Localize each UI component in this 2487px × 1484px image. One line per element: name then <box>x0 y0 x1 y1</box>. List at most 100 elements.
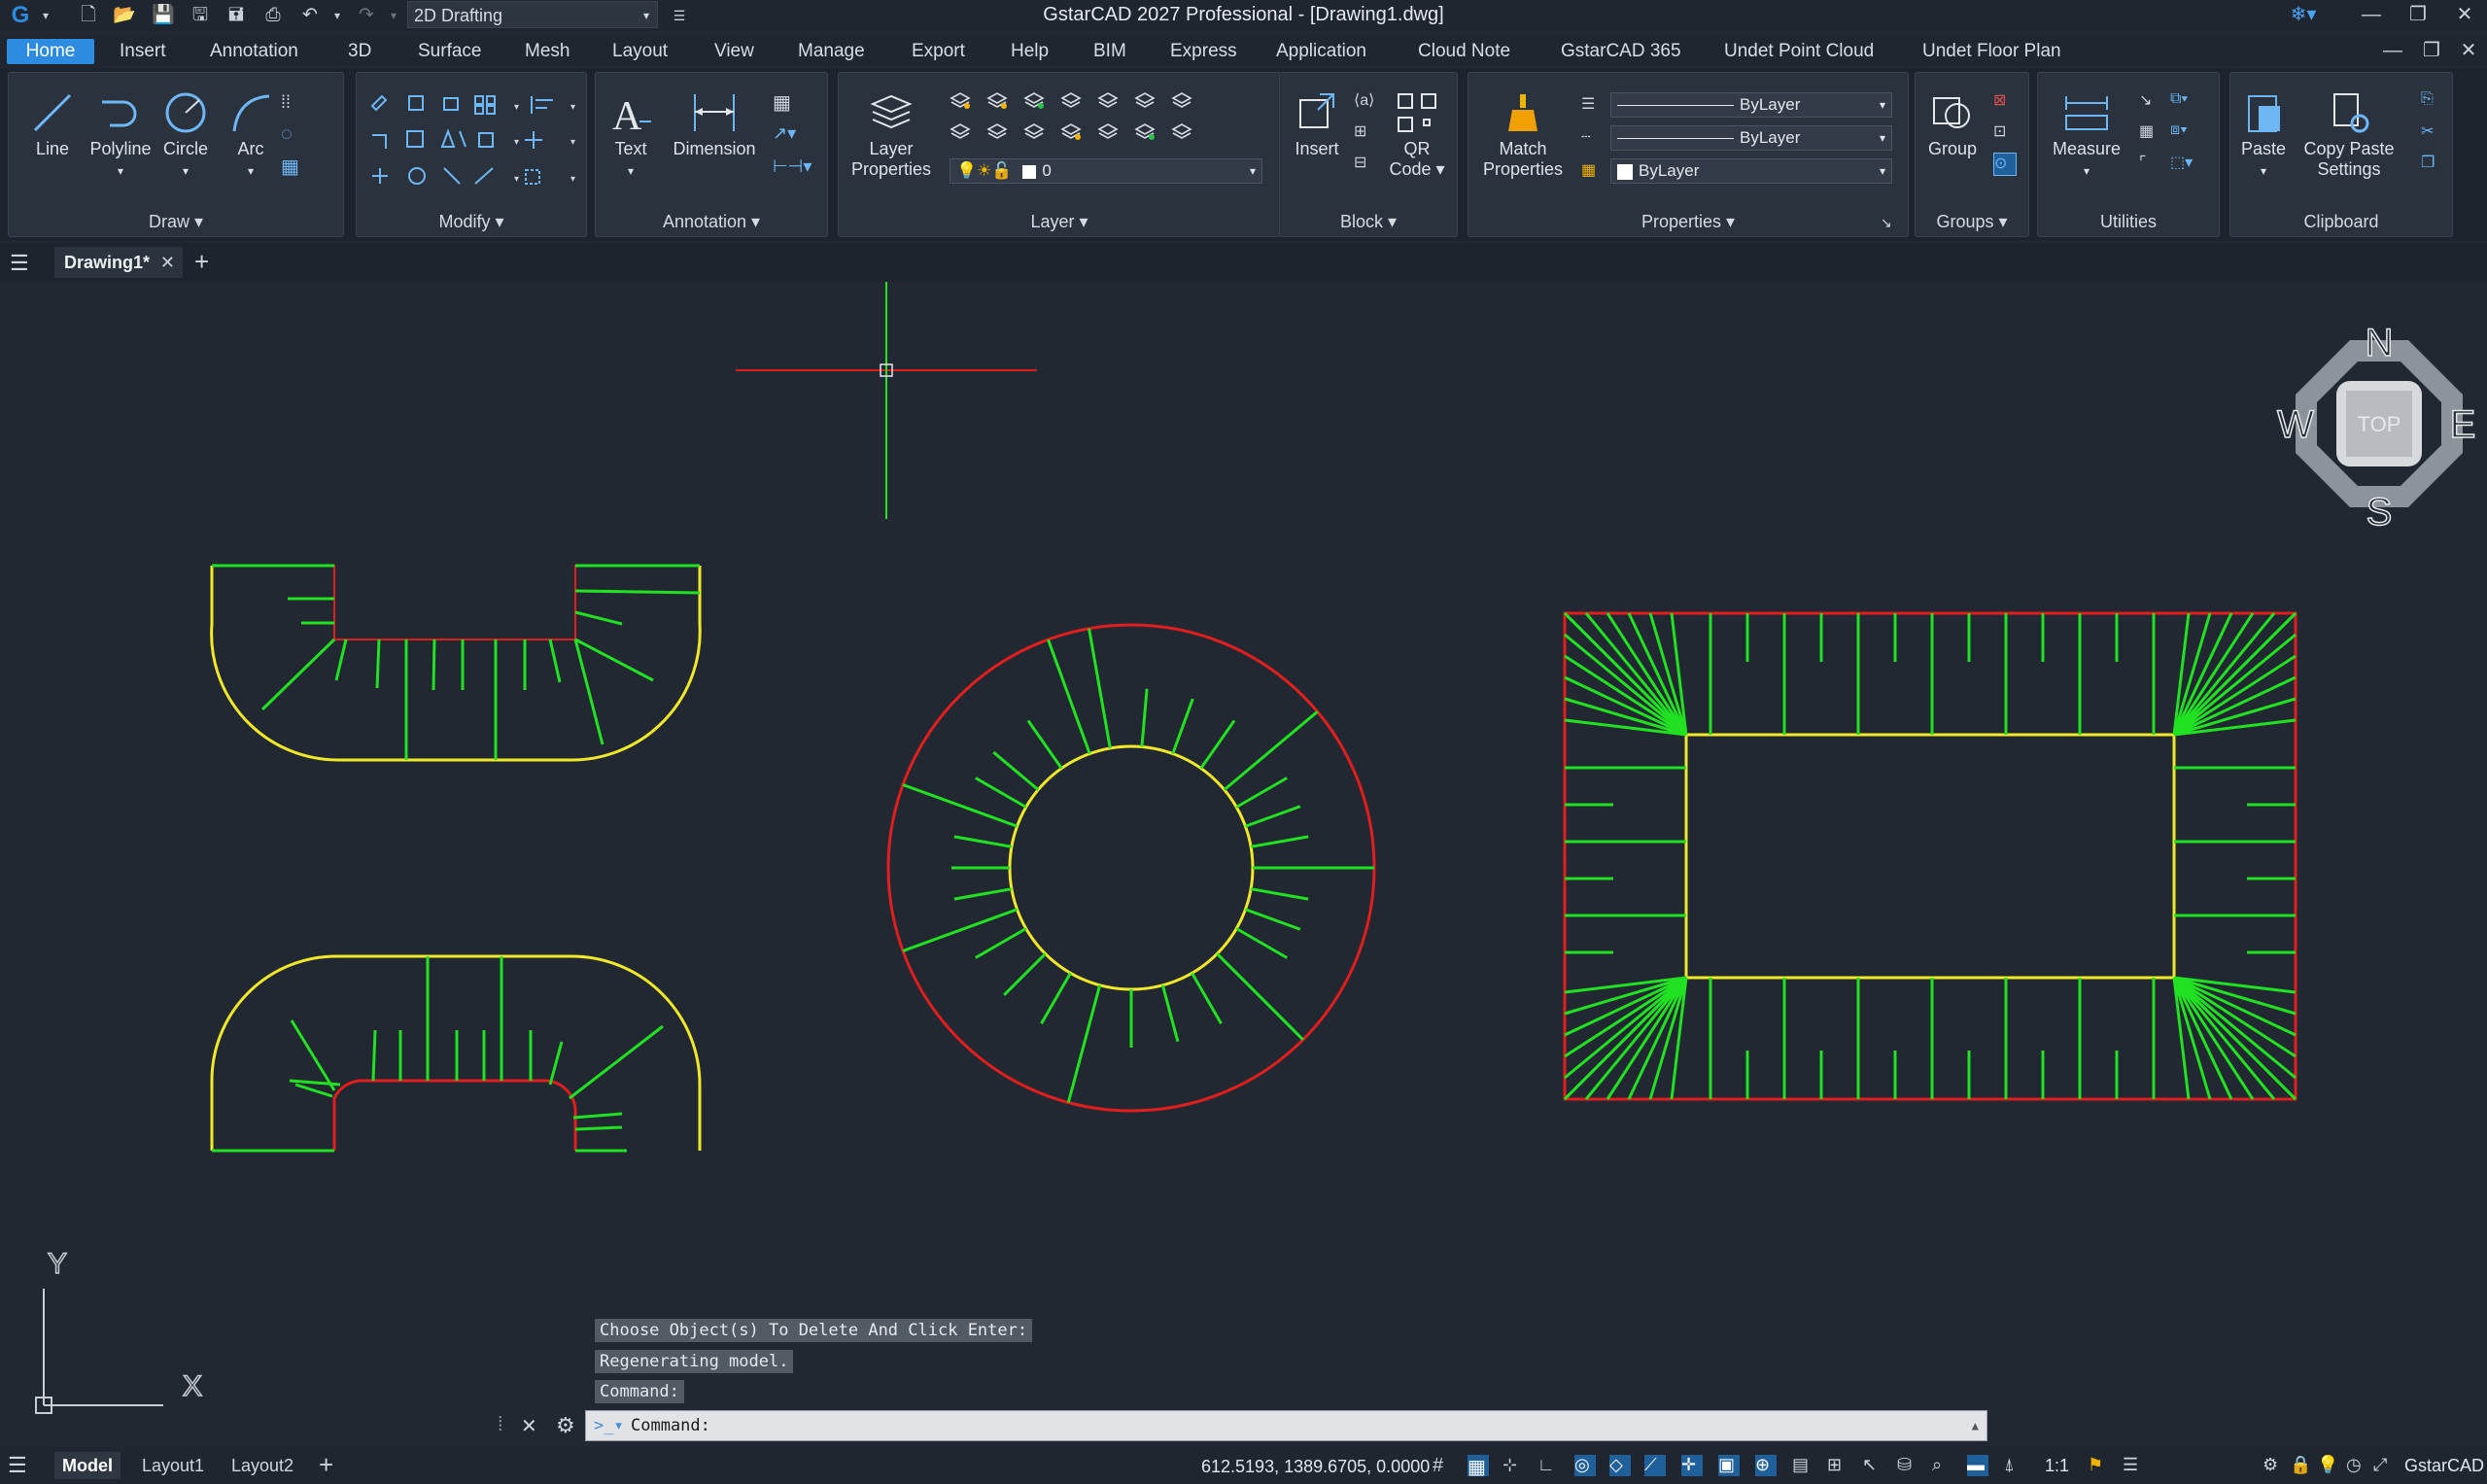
chevron-up-icon[interactable]: ▲ <box>1972 1411 1979 1440</box>
menu-annotation[interactable]: Annotation <box>200 39 308 64</box>
block-attribute-icon[interactable]: ⟨a⟩ <box>1354 90 1375 112</box>
dimension-button[interactable]: Dimension <box>666 90 763 159</box>
tab-model[interactable]: Model <box>54 1452 121 1479</box>
cursor-coordinates[interactable]: 612.5193, 1389.6705, 0.0000 <box>1201 1457 1430 1477</box>
ellipse-icon[interactable]: ◌ <box>281 123 302 145</box>
drawing-shape-rectangle[interactable] <box>1563 611 2297 1101</box>
menu-3d[interactable]: 3D <box>338 39 381 64</box>
restore-window-button[interactable]: ❐ <box>2397 0 2439 29</box>
new-layout-plus-icon[interactable]: + <box>319 1450 333 1480</box>
hatch-icon[interactable]: ▦ <box>281 155 302 178</box>
clean-screen-icon[interactable]: ⤢ <box>2373 1455 2395 1476</box>
table-icon[interactable]: ▦ <box>773 90 794 114</box>
command-close-icon[interactable]: ✕ <box>521 1414 537 1438</box>
cut-icon[interactable]: ✂ <box>2421 121 2442 143</box>
selection-filter-icon[interactable]: ⌕ <box>1932 1455 1953 1476</box>
circle-button[interactable]: Circle ▾ <box>153 90 219 182</box>
leader-icon[interactable]: ↗▾ <box>773 123 796 145</box>
color-select[interactable]: ByLayer ▾ <box>1610 158 1892 184</box>
grid-icon[interactable]: ▦ <box>2139 121 2160 143</box>
group-edit-icon[interactable]: ⊡ <box>1993 121 2015 143</box>
viewcube[interactable]: TOP N S E W <box>2276 321 2476 535</box>
select-all-icon[interactable]: ⬚▾ <box>2170 153 2193 174</box>
polar-tracking-icon[interactable]: ◎ <box>1574 1455 1596 1476</box>
lock-ui-icon[interactable]: 🔒 <box>2290 1455 2311 1476</box>
line-button[interactable]: Line <box>20 90 85 159</box>
workspace-gear-icon[interactable]: ⚙ <box>2262 1455 2284 1476</box>
drawing-shape-lower-arch[interactable] <box>210 954 702 1153</box>
snowflake-icon[interactable]: ❄▾ <box>2282 0 2325 29</box>
dynamic-input-icon[interactable]: ⊕ <box>1755 1455 1777 1476</box>
paste-button[interactable]: Paste ▾ <box>2234 90 2293 182</box>
dynamic-ucs-icon[interactable]: ⛁ <box>1897 1455 1918 1476</box>
infer-constraints-icon[interactable]: ⊹ <box>1503 1455 1524 1476</box>
panel-draw-label[interactable]: Draw ▾ <box>9 212 343 232</box>
menu-application[interactable]: Application <box>1266 39 1376 64</box>
command-input[interactable]: >_▾ Command: ▲ <box>585 1410 1987 1441</box>
isodraft-icon[interactable]: ◇ <box>1609 1455 1631 1476</box>
object-snap-tracking-icon[interactable]: ⟋ <box>1644 1455 1666 1476</box>
quick-select-icon[interactable]: ⧈▾ <box>2170 121 2192 143</box>
menu-insert[interactable]: Insert <box>110 39 176 64</box>
lineweight-select[interactable]: ByLayer ▾ <box>1610 125 1892 151</box>
isolate-objects-icon[interactable]: 💡 <box>2317 1455 2338 1476</box>
doc-minimize-button[interactable]: — <box>2371 36 2414 65</box>
customize-icon[interactable]: ☰ <box>2123 1455 2144 1476</box>
hamburger-menu-icon[interactable]: ☰ <box>10 251 29 276</box>
command-grip-icon[interactable]: ⁞ <box>498 1414 503 1436</box>
block-editor-icon[interactable]: ⊞ <box>1354 121 1375 143</box>
menu-layout[interactable]: Layout <box>603 39 677 64</box>
menu-gstarcad-365[interactable]: GstarCAD 365 <box>1551 39 1691 64</box>
block-manage-icon[interactable]: ⊟ <box>1354 153 1375 174</box>
model-space[interactable]: TOP N S E W Y X <box>0 282 2487 1438</box>
qr-code-button[interactable]: QR Code ▾ <box>1385 90 1449 180</box>
compass-west[interactable]: W <box>2276 402 2315 447</box>
layer-properties-button[interactable]: Layer Properties <box>845 90 938 180</box>
annotation-scale-icon[interactable]: ⍋ <box>2004 1455 2025 1476</box>
copy-objects-icon[interactable]: ⧉▾ <box>2170 90 2192 112</box>
drawing-shape-upper-u[interactable] <box>210 564 702 762</box>
annotation-visibility-icon[interactable]: ⚑ <box>2088 1455 2109 1476</box>
menu-bim[interactable]: BIM <box>1084 39 1136 64</box>
ortho-mode-icon[interactable]: ∟ <box>1537 1455 1559 1476</box>
snap-mode-icon[interactable]: ▦ <box>1468 1455 1489 1478</box>
menu-surface[interactable]: Surface <box>408 39 491 64</box>
panel-layer-label[interactable]: Layer ▾ <box>839 212 1280 232</box>
hardware-acceleration-icon[interactable]: ◷ <box>2346 1455 2367 1476</box>
3d-osnap-icon[interactable]: ↖ <box>1862 1455 1883 1476</box>
hamburger-menu-icon[interactable]: ☰ <box>8 1453 27 1478</box>
menu-undet-floor-plan[interactable]: Undet Floor Plan <box>1913 39 2071 64</box>
close-tab-icon[interactable]: ✕ <box>160 247 175 278</box>
linetype-select[interactable]: ByLayer ▾ <box>1610 92 1892 118</box>
menu-view[interactable]: View <box>705 39 764 64</box>
menu-express[interactable]: Express <box>1160 39 1247 64</box>
polyline-button[interactable]: Polyline ▾ <box>79 90 162 182</box>
tab-layout2[interactable]: Layout2 <box>224 1452 301 1479</box>
copy-icon[interactable]: ❐ <box>2421 153 2442 174</box>
menu-undet-point-cloud[interactable]: Undet Point Cloud <box>1714 39 1883 64</box>
new-tab-plus-icon[interactable]: + <box>194 247 209 277</box>
ungroup-icon[interactable]: ⊠ <box>1993 90 2015 112</box>
expand-arrow-icon[interactable]: ↘ <box>1881 215 1902 236</box>
tab-drawing1[interactable]: Drawing1* ✕ <box>54 247 183 278</box>
menu-cloud-note[interactable]: Cloud Note <box>1408 39 1520 64</box>
transparency-icon[interactable]: ▤ <box>1792 1455 1813 1476</box>
annotation-monitor-icon[interactable]: ▬ <box>1967 1455 1988 1476</box>
layer-select[interactable]: 💡☀🔓 0 ▾ <box>950 158 1262 184</box>
menu-home[interactable]: Home <box>7 39 94 64</box>
grid-display-icon[interactable]: # <box>1433 1455 1454 1476</box>
menu-help[interactable]: Help <box>1001 39 1058 64</box>
corner-icon[interactable]: ⌜ <box>2139 153 2160 174</box>
menu-mesh[interactable]: Mesh <box>515 39 579 64</box>
viewcube-top-face[interactable]: TOP <box>2358 412 2401 436</box>
doc-close-button[interactable]: ✕ <box>2447 36 2487 65</box>
lineweight-toggle-icon[interactable]: ▣ <box>1718 1455 1740 1476</box>
compass-north[interactable]: N <box>2365 321 2394 365</box>
selection-cycling-icon[interactable]: ⊞ <box>1827 1455 1848 1476</box>
layer-tools-icon[interactable] <box>950 90 1270 153</box>
insert-block-button[interactable]: Insert <box>1286 90 1348 159</box>
menu-manage[interactable]: Manage <box>788 39 875 64</box>
group-select-toggle-icon[interactable]: ⊙ <box>1993 153 2017 176</box>
panel-modify-label[interactable]: Modify ▾ <box>357 212 586 232</box>
panel-annotation-label[interactable]: Annotation ▾ <box>596 212 827 232</box>
